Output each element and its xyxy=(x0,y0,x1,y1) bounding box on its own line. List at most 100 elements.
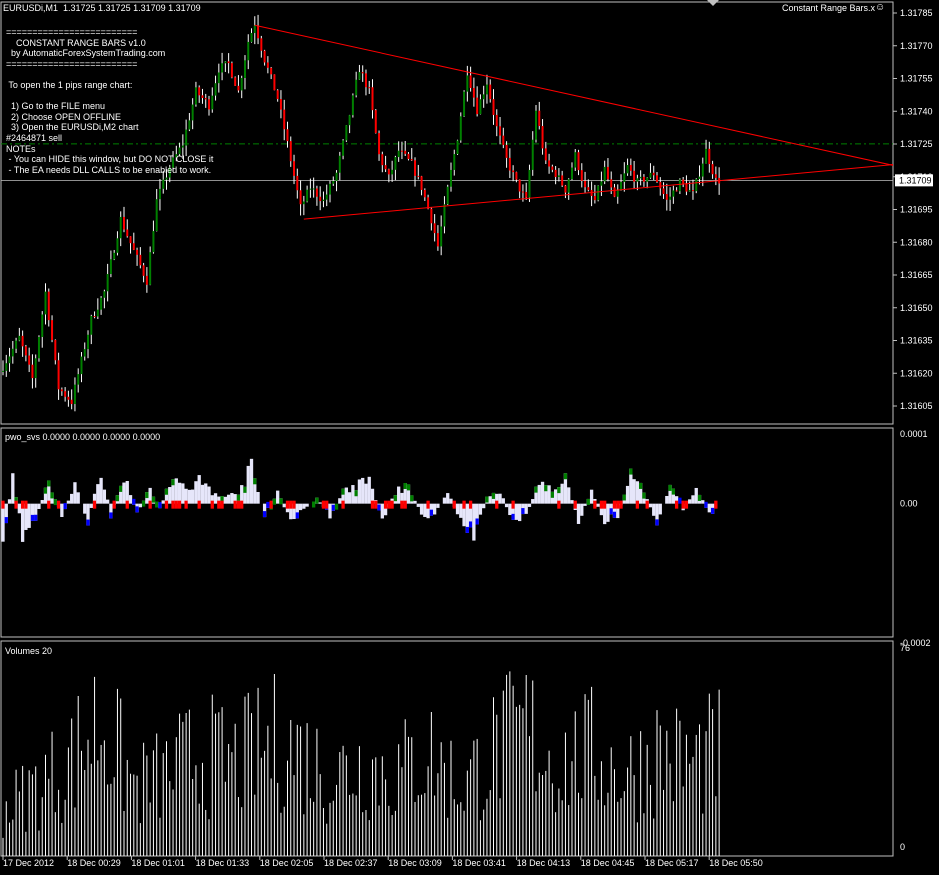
price-axis-label: 1.31740 xyxy=(900,106,933,116)
candle-body xyxy=(404,150,407,154)
candle-body xyxy=(162,179,165,189)
candle-body xyxy=(28,355,31,365)
candle-body xyxy=(181,145,184,148)
candle-body xyxy=(31,364,34,379)
candle-body xyxy=(309,188,312,190)
candle-body xyxy=(391,169,394,175)
candle-body xyxy=(243,60,246,79)
candle-body xyxy=(332,180,335,184)
candle-body xyxy=(646,177,649,182)
candle-body xyxy=(449,169,452,187)
candle-body xyxy=(639,176,642,179)
candle-body xyxy=(492,99,495,115)
candle-body xyxy=(469,75,472,88)
candle-body xyxy=(342,140,345,156)
info-line: 3) Open the EURUSDi,M2 chart xyxy=(6,122,139,133)
candle-body xyxy=(296,175,299,191)
candle-body xyxy=(21,335,24,347)
candle-body xyxy=(544,148,547,161)
candle-body xyxy=(201,95,204,99)
candle-body xyxy=(319,196,322,202)
candle-body xyxy=(152,231,155,253)
candle-body xyxy=(606,166,609,180)
candle-body xyxy=(505,144,508,158)
candle-body xyxy=(430,208,433,224)
time-axis-label: 18 Dec 04:13 xyxy=(517,858,571,868)
candle-body xyxy=(440,226,443,247)
candle-body xyxy=(329,183,331,195)
candle-body xyxy=(515,172,518,180)
candle-body xyxy=(485,84,488,95)
candle-body xyxy=(237,85,240,91)
candle-body xyxy=(561,175,564,186)
candle-body xyxy=(629,165,632,171)
info-line: - The EA needs DLL CALLS to be enabled t… xyxy=(6,164,212,175)
candle-body xyxy=(567,179,570,193)
candle-body xyxy=(194,87,197,105)
info-line: ========================= xyxy=(6,58,138,69)
candle-body xyxy=(234,77,237,86)
candle-body xyxy=(541,126,544,149)
time-axis-label: 18 Dec 02:37 xyxy=(324,858,378,868)
candle-body xyxy=(257,25,260,39)
time-axis-label: 18 Dec 05:17 xyxy=(645,858,699,868)
candle-body xyxy=(642,176,645,182)
candle-body xyxy=(499,126,502,136)
candle-body xyxy=(34,358,37,379)
candle-body xyxy=(273,74,276,91)
candle-body xyxy=(564,185,567,193)
candle-body xyxy=(584,180,587,188)
oscillator-panel-frame xyxy=(0,427,894,638)
candle-body xyxy=(384,165,387,170)
candle-body xyxy=(158,188,161,200)
candle-body xyxy=(18,335,21,341)
candle-body xyxy=(322,199,325,202)
candle-body xyxy=(685,183,688,192)
candle-body xyxy=(597,185,600,201)
candle-body xyxy=(695,179,698,192)
candle-body xyxy=(427,197,430,209)
time-axis-label: 18 Dec 03:41 xyxy=(452,858,506,868)
candle-body xyxy=(518,179,521,192)
time-axis-label: 18 Dec 01:33 xyxy=(196,858,250,868)
candle-body xyxy=(364,73,367,88)
price-axis-label: 1.31695 xyxy=(900,205,933,215)
candle-body xyxy=(355,79,358,96)
volume-axis-label: 76 xyxy=(900,643,910,653)
candle-body xyxy=(299,190,302,205)
info-line: CONSTANT RANGE BARS v1.0 xyxy=(6,37,146,48)
candle-body xyxy=(603,166,606,182)
candle-body xyxy=(512,170,515,173)
candle-body xyxy=(669,196,672,200)
indicator-name: Constant Range Bars.x xyxy=(782,3,876,13)
candle-body xyxy=(476,97,479,115)
info-line: NOTEs xyxy=(6,143,36,154)
candle-body xyxy=(145,275,148,285)
candle-body xyxy=(289,141,292,162)
price-axis-label: 1.31665 xyxy=(900,270,933,280)
candle-body xyxy=(711,164,714,175)
candle-body xyxy=(613,187,616,197)
candle-body xyxy=(70,399,73,405)
candle-body xyxy=(122,216,125,230)
candle-body xyxy=(263,50,266,63)
candle-body xyxy=(508,157,511,171)
price-axis-label: 1.31605 xyxy=(900,401,933,411)
candle-body xyxy=(83,349,86,357)
candle-body xyxy=(682,179,685,184)
candle-body xyxy=(338,155,341,173)
time-axis-label: 18 Dec 04:45 xyxy=(581,858,635,868)
candle-body xyxy=(247,41,250,61)
time-axis-label: 17 Dec 2012 xyxy=(3,858,54,868)
candle-body xyxy=(368,87,371,89)
candle-body xyxy=(149,252,152,285)
candle-body xyxy=(708,148,711,165)
candle-body xyxy=(57,360,60,390)
candle-body xyxy=(459,116,462,141)
candle-body xyxy=(456,140,459,155)
candle-body xyxy=(227,61,230,64)
candle-body xyxy=(54,339,57,361)
candle-body xyxy=(633,170,636,182)
info-line: by AutomaticForexSystemTrading.com xyxy=(6,48,166,59)
candle-body xyxy=(688,190,691,192)
